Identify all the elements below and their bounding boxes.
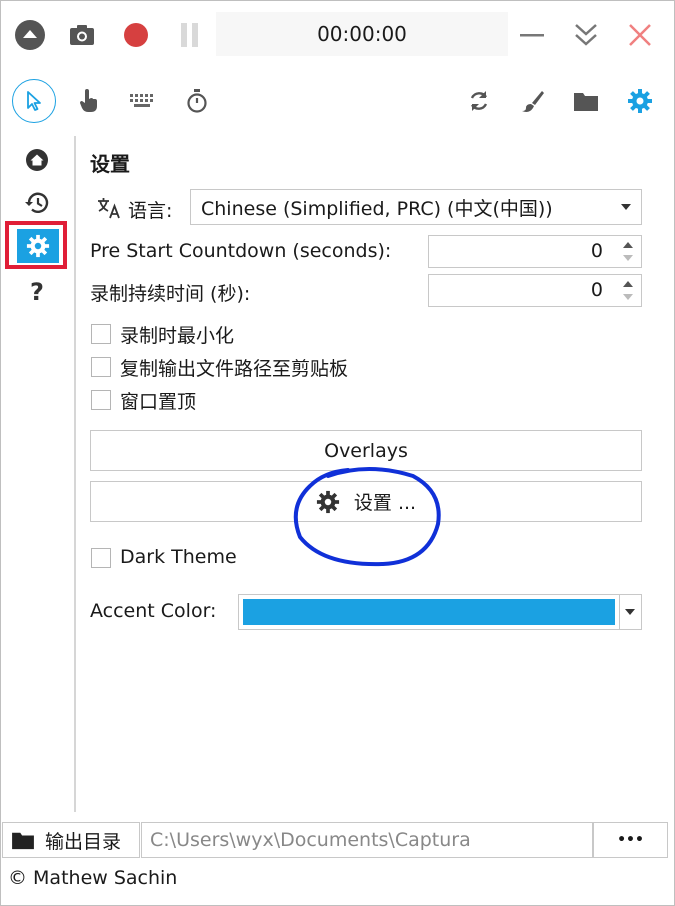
translate-icon — [96, 196, 122, 220]
keyboard-icon[interactable] — [128, 88, 156, 112]
minimize-icon[interactable] — [518, 21, 546, 49]
folder-icon — [11, 830, 35, 850]
sidebar-item-help[interactable]: ? — [22, 277, 52, 307]
accent-color-select[interactable] — [238, 594, 642, 630]
accent-color-label: Accent Color: — [90, 600, 217, 622]
countdown-value: 0 — [590, 240, 603, 262]
brush-icon[interactable] — [520, 87, 546, 115]
checkbox-label: 录制时最小化 — [120, 325, 235, 347]
annotation-circle — [293, 467, 441, 567]
pause-icon[interactable] — [176, 21, 204, 49]
recording-timer: 00:00:00 — [216, 12, 508, 56]
accent-color-swatch — [243, 599, 615, 625]
duration-label: 录制持续时间 (秒): — [90, 283, 251, 305]
dark-theme-label: Dark Theme — [120, 546, 237, 568]
sidebar-divider — [74, 136, 76, 812]
copy-output-path-checkbox[interactable] — [91, 357, 111, 377]
sidebar-item-history[interactable] — [22, 189, 52, 217]
chevron-down-icon — [621, 204, 631, 210]
folder-icon[interactable] — [572, 87, 600, 115]
checkbox-label: 复制输出文件路径至剪贴板 — [120, 358, 349, 380]
minimize-on-record-checkbox[interactable] — [91, 324, 111, 344]
hand-icon[interactable] — [76, 87, 102, 115]
stopwatch-icon[interactable] — [184, 87, 210, 115]
language-value: Chinese (Simplified, PRC) (中文(中国)) — [201, 197, 553, 220]
language-label: 语言: — [128, 200, 173, 222]
gear-icon — [17, 229, 59, 263]
record-icon[interactable] — [122, 21, 150, 49]
increment-icon[interactable] — [623, 281, 633, 287]
camera-icon[interactable] — [68, 21, 96, 49]
dark-theme-checkbox[interactable] — [91, 548, 111, 568]
countdown-stepper[interactable]: 0 — [428, 235, 642, 268]
chevrons-down-icon[interactable] — [572, 20, 600, 50]
gear-icon[interactable] — [626, 87, 654, 115]
page-title: 设置 — [90, 152, 130, 176]
checkbox-label: 窗口置顶 — [120, 391, 197, 413]
overlays-label: Overlays — [324, 439, 408, 462]
chevron-down-icon — [625, 609, 635, 615]
increment-icon[interactable] — [623, 242, 633, 248]
history-icon — [25, 192, 49, 213]
more-options-button[interactable]: ••• — [593, 822, 668, 858]
output-dir-button[interactable]: 输出目录 — [2, 822, 140, 858]
output-path-value: C:\Users\wyx\Documents\Captura — [150, 829, 471, 851]
duration-value: 0 — [590, 279, 603, 301]
sidebar-item-home[interactable] — [22, 146, 52, 174]
duration-stepper[interactable]: 0 — [428, 274, 642, 307]
help-icon: ? — [30, 278, 44, 306]
sidebar-item-settings[interactable] — [5, 221, 67, 269]
copyright-text: © Mathew Sachin — [8, 867, 178, 889]
refresh-icon[interactable] — [466, 87, 492, 115]
countdown-label: Pre Start Countdown (seconds): — [90, 240, 392, 262]
close-icon[interactable] — [626, 21, 654, 49]
decrement-icon[interactable] — [623, 255, 633, 261]
language-select[interactable]: Chinese (Simplified, PRC) (中文(中国)) — [190, 189, 642, 225]
collapse-icon[interactable] — [14, 19, 46, 51]
output-path-field[interactable]: C:\Users\wyx\Documents\Captura — [141, 822, 593, 858]
pointer-icon[interactable] — [12, 79, 56, 123]
always-on-top-checkbox[interactable] — [91, 390, 111, 410]
decrement-icon[interactable] — [623, 294, 633, 300]
more-icon: ••• — [617, 832, 644, 848]
home-icon — [26, 149, 48, 171]
output-dir-label: 输出目录 — [45, 830, 122, 853]
